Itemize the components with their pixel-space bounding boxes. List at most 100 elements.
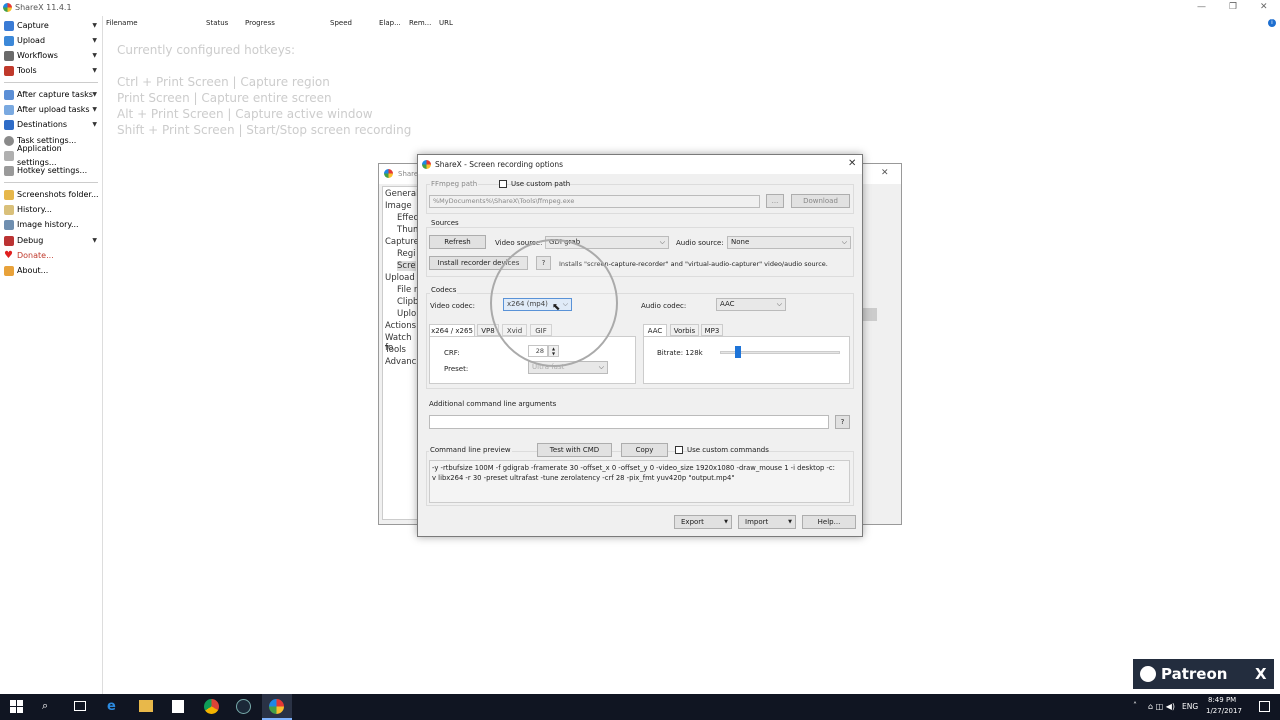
tree-item-advanced[interactable]: Advanc <box>385 357 416 367</box>
tree-item-clipboard[interactable]: Clipb <box>397 297 418 307</box>
sidebar-item-screenshots-folder[interactable]: Screenshots folder... <box>4 188 100 202</box>
tab-vorbis[interactable]: Vorbis <box>670 324 699 336</box>
additional-args-input[interactable] <box>429 415 829 429</box>
download-button[interactable]: Download <box>791 194 850 208</box>
sidebar-item-image-history[interactable]: Image history... <box>4 218 100 232</box>
help-button[interactable]: Help... <box>802 515 856 529</box>
close-icon[interactable]: ✕ <box>848 158 856 169</box>
audio-source-select[interactable]: None ⌵ <box>727 236 851 249</box>
upload-tasks-icon <box>4 105 14 115</box>
sidebar-item-donate[interactable]: ♥ Donate... <box>4 249 100 263</box>
tree-item-actions[interactable]: Actions <box>385 321 416 331</box>
column-header-remaining[interactable]: Rem... <box>409 19 431 27</box>
sources-group-label: Sources <box>430 219 460 227</box>
sidebar-item-capture[interactable]: Capture ▼ <box>4 19 100 33</box>
edge-icon[interactable]: e <box>107 699 116 714</box>
camera-icon <box>4 21 14 31</box>
clock-date[interactable]: 1/27/2017 <box>1206 707 1242 715</box>
tree-item-capture[interactable]: Capture <box>385 237 419 247</box>
tab-aac[interactable]: AAC <box>643 324 667 336</box>
sidebar-item-label: After upload tasks <box>17 105 90 114</box>
about-icon <box>4 266 14 276</box>
tree-item-uploader-filters[interactable]: Uplo <box>397 309 416 319</box>
clock-time[interactable]: 8:49 PM <box>1208 696 1236 704</box>
tree-item-region[interactable]: Regi <box>397 249 416 259</box>
chrome-icon[interactable] <box>204 699 219 714</box>
use-custom-path-checkbox[interactable] <box>499 180 507 188</box>
sidebar-item-label: After capture tasks <box>17 90 93 99</box>
patreon-logo-icon <box>1140 666 1156 682</box>
video-codec-label: Video codec: <box>430 302 475 310</box>
sidebar-item-label: Hotkey settings... <box>17 166 88 175</box>
browse-button[interactable]: ... <box>766 194 784 208</box>
tree-item-upload[interactable]: Upload <box>385 273 415 283</box>
sidebar-item-label: Destinations <box>17 120 68 129</box>
info-icon[interactable]: i <box>1268 19 1276 27</box>
column-header-speed[interactable]: Speed <box>330 19 352 27</box>
steam-icon[interactable] <box>236 699 251 714</box>
sidebar-item-upload[interactable]: Upload ▼ <box>4 34 100 48</box>
app-title: ShareX 11.4.1 <box>15 3 72 12</box>
hotkey-line: Print Screen | Capture entire screen <box>117 91 332 105</box>
sidebar-item-label: Workflows <box>17 51 58 60</box>
tree-item-tools[interactable]: Tools <box>385 345 406 355</box>
ffmpeg-group-label: FFmpeg path <box>430 180 479 188</box>
use-custom-commands-checkbox[interactable] <box>675 446 683 454</box>
args-help-button[interactable]: ? <box>835 415 850 429</box>
tray-chevron-icon[interactable]: ˄ <box>1133 701 1137 710</box>
audio-codec-select[interactable]: AAC ⌵ <box>716 298 786 311</box>
tree-item-image[interactable]: Image <box>385 201 412 211</box>
sidebar-divider <box>4 182 98 183</box>
windows-start-icon[interactable] <box>10 700 23 713</box>
sidebar-item-about[interactable]: About... <box>4 264 100 278</box>
sidebar-item-debug[interactable]: Debug ▼ <box>4 234 100 248</box>
column-header-filename[interactable]: Filename <box>106 19 138 27</box>
close-button[interactable]: ✕ <box>1260 2 1268 12</box>
partial-button[interactable] <box>863 308 877 321</box>
bitrate-slider-thumb[interactable] <box>735 346 741 358</box>
column-header-elapsed[interactable]: Elap... <box>379 19 401 27</box>
tab-x264-x265[interactable]: x264 / x265 <box>429 324 475 336</box>
dropdown-arrow-icon: ▼ <box>92 22 97 29</box>
minimize-button[interactable]: — <box>1197 2 1206 12</box>
sharex-logo-icon <box>384 169 393 178</box>
sidebar-item-workflows[interactable]: Workflows ▼ <box>4 49 100 63</box>
tree-item-file-naming[interactable]: File n <box>397 285 419 295</box>
tray-icons[interactable]: ⌂ ◫ ◀) <box>1148 702 1175 711</box>
sidebar-item-after-upload-tasks[interactable]: After upload tasks ▼ <box>4 103 100 117</box>
hotkey-line: Shift + Print Screen | Start/Stop screen… <box>117 123 412 137</box>
copy-button[interactable]: Copy <box>621 443 668 457</box>
dialog-titlebar: ShareX - Screen recording options ✕ <box>418 155 862 174</box>
chevron-down-icon: ⌵ <box>776 300 782 308</box>
bug-icon <box>4 236 14 246</box>
search-icon[interactable]: ⌕ <box>42 699 48 713</box>
column-header-progress[interactable]: Progress <box>245 19 275 27</box>
sidebar-item-application-settings[interactable]: Application settings... <box>4 144 100 167</box>
import-button[interactable]: Import ▼ <box>738 515 796 529</box>
chevron-down-icon: ⌵ <box>841 238 847 246</box>
store-icon[interactable] <box>172 700 184 713</box>
refresh-button[interactable]: Refresh <box>429 235 486 249</box>
sidebar-item-after-capture-tasks[interactable]: After capture tasks ▼ <box>4 88 100 102</box>
close-icon[interactable]: ✕ <box>881 168 889 178</box>
command-preview-text[interactable]: -y -rtbufsize 100M -f gdigrab -framerate… <box>429 460 850 503</box>
sidebar-item-destinations[interactable]: Destinations ▼ <box>4 118 100 132</box>
sidebar-item-tools[interactable]: Tools ▼ <box>4 64 100 78</box>
sidebar-item-history[interactable]: History... <box>4 203 100 217</box>
tree-item-screen-recorder[interactable]: Scre <box>397 261 416 271</box>
language-indicator[interactable]: ENG <box>1182 702 1198 711</box>
maximize-button[interactable]: ❐ <box>1229 2 1237 12</box>
wrench-icon <box>4 151 14 161</box>
column-header-status[interactable]: Status <box>206 19 228 27</box>
task-view-icon[interactable] <box>74 701 86 711</box>
action-center-icon[interactable] <box>1259 701 1270 712</box>
file-explorer-icon[interactable] <box>139 700 153 712</box>
ffmpeg-path-field[interactable]: %MyDocuments%\ShareX\Tools\ffmpeg.exe <box>429 195 760 208</box>
tab-mp3[interactable]: MP3 <box>701 324 723 336</box>
export-button[interactable]: Export ▼ <box>674 515 732 529</box>
column-header-url[interactable]: URL <box>439 19 453 27</box>
tree-item-general[interactable]: General <box>385 189 419 199</box>
sidebar-item-hotkey-settings[interactable]: Hotkey settings... <box>4 164 100 178</box>
tree-item-effects[interactable]: Effec <box>397 213 418 223</box>
test-with-cmd-button[interactable]: Test with CMD <box>537 443 612 457</box>
